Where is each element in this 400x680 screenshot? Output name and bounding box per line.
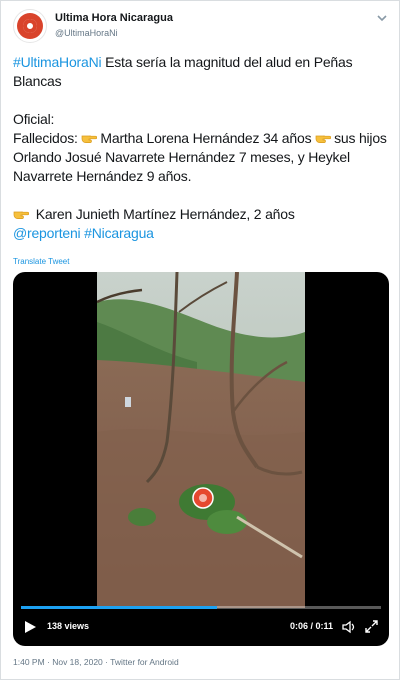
fullscreen-icon[interactable]	[364, 619, 379, 634]
tweet-card: Ultima Hora Nicaragua @UltimaHoraNi #Ult…	[0, 0, 400, 680]
video-progress-fill	[21, 606, 218, 609]
victim-4-text: Karen Junieth Martínez Hernández, 2 años	[32, 206, 295, 222]
video-progress-bar[interactable]	[21, 606, 381, 609]
view-count: 138 views	[47, 621, 90, 631]
hashtag-nicaragua[interactable]: #Nicaragua	[84, 225, 154, 241]
mention-reporteni[interactable]: @reporteni	[13, 225, 81, 241]
tags-line: @reporteni #Nicaragua	[13, 224, 387, 243]
fallecidos-label: Fallecidos:	[13, 130, 82, 146]
victim-1-text: Martha Lorena Hernández 34 años	[100, 130, 316, 146]
pointing-hand-emoji	[315, 135, 332, 143]
account-name[interactable]: Ultima Hora Nicaragua	[55, 12, 173, 24]
video-player[interactable]: 138 views 0:06 / 0:11	[13, 272, 389, 646]
account-handle[interactable]: @UltimaHoraNi	[55, 28, 118, 38]
translate-tweet-link[interactable]: Translate Tweet	[13, 257, 69, 266]
volume-icon[interactable]	[341, 619, 357, 635]
hashtag-ultimahoraNi[interactable]: #UltimaHoraNi	[13, 54, 102, 70]
video-time: 0:06 / 0:11	[289, 621, 333, 631]
video-frame	[97, 272, 305, 608]
oficial-label: Oficial:	[13, 111, 55, 127]
tweet-header: Ultima Hora Nicaragua @UltimaHoraNi	[13, 9, 389, 45]
tweet-line-intro: #UltimaHoraNi Esta sería la magnitud del…	[13, 53, 387, 91]
avatar[interactable]	[13, 9, 47, 43]
victims-paragraph: Fallecidos: Martha Lorena Hernández 34 a…	[13, 129, 387, 186]
pointing-hand-emoji	[82, 135, 98, 143]
video-controls: 138 views 0:06 / 0:11	[13, 606, 389, 646]
play-icon[interactable]	[23, 620, 37, 634]
tweet-timestamp[interactable]: 1:40 PM · Nov 18, 2020 · Twitter for And…	[13, 657, 179, 667]
tweet-text: #UltimaHoraNi Esta sería la magnitud del…	[13, 53, 387, 243]
victim-4-line: Karen Junieth Martínez Hernández, 2 años	[13, 205, 387, 224]
chevron-down-icon[interactable]	[375, 11, 389, 25]
pointing-hand-emoji	[13, 211, 29, 219]
